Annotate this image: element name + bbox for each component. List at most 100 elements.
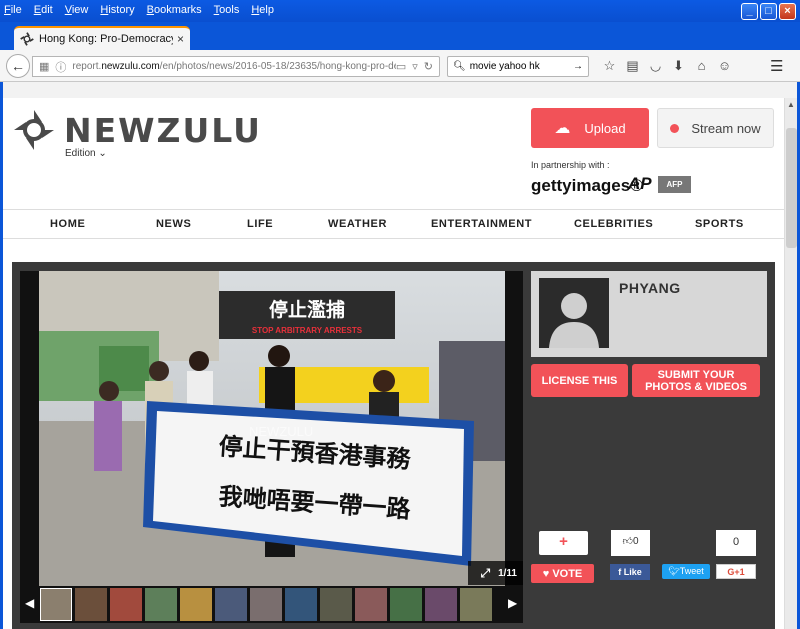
search-icon: 🔍︎ [453,61,466,72]
top-banner-english: STOP ARBITRARY ARRESTS [252,326,363,335]
tab-strip: Hong Kong: Pro-Democracy a... × + [0,22,800,67]
vertical-scrollbar[interactable]: ▲ [784,98,797,629]
chat-icon[interactable]: ☺ [713,58,736,74]
nav-celebrities[interactable]: CELEBRITIES [574,218,653,230]
author-name[interactable]: PHYANG [619,280,681,296]
gplus-button[interactable]: G+1 [716,564,756,579]
thumbnail-11[interactable] [390,588,422,621]
dropdown-icon[interactable]: ▿ [412,60,418,73]
search-box[interactable]: 🔍︎ → [447,56,589,77]
edition-dropdown[interactable]: Edition ⌄ [65,148,107,159]
tab-grid-icon: ▦ [39,61,50,73]
nav-life[interactable]: LIFE [247,218,273,230]
tab-title: Hong Kong: Pro-Democracy a... [39,33,173,45]
afp-logo: AFP [658,176,691,193]
photo-index: 1/11 [498,567,517,579]
reload-icon[interactable]: ↻ [424,60,433,73]
vote-plus-button[interactable]: + [539,531,588,555]
search-go-icon[interactable]: → [573,61,583,72]
scroll-up-arrow-icon[interactable]: ▲ [787,100,795,109]
search-input[interactable] [469,61,573,72]
photo-viewer: 停止干預香港事務 我哋唔要一帶一路 停止濫捕 STOP ARBITRARY AR… [12,262,775,629]
scrollbar-thumb[interactable] [786,128,797,248]
nav-sports[interactable]: SPORTS [695,218,744,230]
site-logo[interactable]: NEWZULU [12,108,262,152]
bookmarks-list-icon[interactable]: ▤ [621,58,644,74]
menu-bar: File Edit View History Bookmarks Tools H… [0,0,800,22]
thumb-prev-arrow-icon[interactable]: ◀ [25,596,34,610]
vote-button[interactable]: ♥ VOTE [531,564,594,583]
thumbnail-strip: ◀ ▶ [20,586,523,623]
thumbs-up-icon: 👍︎ [622,536,633,547]
license-button[interactable]: LICENSE THIS [531,364,628,397]
photo-watermark: NEWZULU [249,424,313,439]
tab-active[interactable]: Hong Kong: Pro-Democracy a... × [14,26,190,50]
toolbar-gap [0,82,800,98]
pocket-icon[interactable]: ◡ [644,58,667,74]
upload-button[interactable]: ☁ Upload [531,108,649,148]
window-controls: _ □ × [739,3,796,20]
bookmark-star-icon[interactable]: ☆ [598,58,621,74]
thumbnail-2[interactable] [75,588,107,621]
thumbnail-4[interactable] [145,588,177,621]
close-window-button[interactable]: × [779,3,796,20]
ap-logo: AP [628,174,652,193]
facebook-like-button[interactable]: f Like [610,564,650,580]
thumbnail-9[interactable] [320,588,352,621]
nav-news[interactable]: NEWS [156,218,191,230]
main-photo[interactable]: 停止干預香港事務 我哋唔要一帶一路 停止濫捕 STOP ARBITRARY AR… [39,271,505,586]
thumbnail-13[interactable] [460,588,492,621]
nav-bar: ← ▦ ⓘ report.newzulu.com/en/photos/news/… [0,50,800,82]
cloud-upload-icon: ☁ [554,120,571,137]
home-icon[interactable]: ⌂ [690,58,713,74]
gplus-count-bubble: 0 [716,530,756,556]
stream-label: Stream now [691,120,761,136]
thumbnail-5[interactable] [180,588,212,621]
thumbnail-7[interactable] [250,588,282,621]
thumbnail-12[interactable] [425,588,457,621]
download-icon[interactable]: ⬇ [667,58,690,74]
tweet-button[interactable]: 🐦︎Tweet [662,564,710,579]
nav-weather[interactable]: WEATHER [328,218,387,230]
heart-icon: ♥ [542,567,550,580]
maximize-button[interactable]: □ [760,3,777,20]
nav-entertainment[interactable]: ENTERTAINMENT [431,218,532,230]
web-page: NEWZULU Edition ⌄ ☁ Upload Stream now In… [3,98,784,629]
reader-view-icon[interactable]: ▭ [396,60,406,73]
thumb-next-arrow-icon[interactable]: ▶ [508,596,517,610]
author-panel: PHYANG [531,271,767,357]
thumbnail-6[interactable] [215,588,247,621]
thumbnail-1[interactable] [40,588,72,621]
menu-bookmarks[interactable]: Bookmarks [147,4,202,16]
user-silhouette-icon [549,293,599,348]
nav-home[interactable]: HOME [50,218,85,230]
tab-close-icon[interactable]: × [177,32,184,46]
photo-counter[interactable]: ⤢ 1/11 [468,561,523,585]
menu-history[interactable]: History [100,4,134,16]
menu-view[interactable]: View [65,4,89,16]
thumbnail-8[interactable] [285,588,317,621]
live-dot-icon [670,123,680,133]
chevron-down-icon: ⌄ [98,148,107,159]
top-banner-text: 停止濫捕 [269,298,345,321]
newzulu-logo-icon [14,110,54,150]
menu-list: File Edit View History Bookmarks Tools H… [4,4,286,16]
toolbar-icons: ☆ ▤ ◡ ⬇ ⌂ ☺ [598,58,736,74]
menu-edit[interactable]: Edit [34,4,53,16]
menu-tools[interactable]: Tools [214,4,240,16]
url-bar[interactable]: ▦ ⓘ report.newzulu.com/en/photos/news/20… [32,56,440,77]
back-button[interactable]: ← [6,54,30,78]
minimize-button[interactable]: _ [741,3,758,20]
thumbnail-10[interactable] [355,588,387,621]
getty-logo: gettyimages® [531,176,643,195]
menu-help[interactable]: Help [251,4,274,16]
hamburger-menu-icon[interactable]: ☰ [770,57,783,75]
submit-photos-button[interactable]: SUBMIT YOUR PHOTOS & VIDEOS [632,364,760,397]
stream-now-button[interactable]: Stream now [657,108,774,148]
avatar[interactable] [539,278,609,348]
logo-wordmark: NEWZULU [64,110,262,150]
fullscreen-expand-icon[interactable]: ⤢ [480,566,490,581]
thumbnail-3[interactable] [110,588,142,621]
info-icon[interactable]: ⓘ [55,59,66,75]
menu-file[interactable]: File [4,4,22,16]
